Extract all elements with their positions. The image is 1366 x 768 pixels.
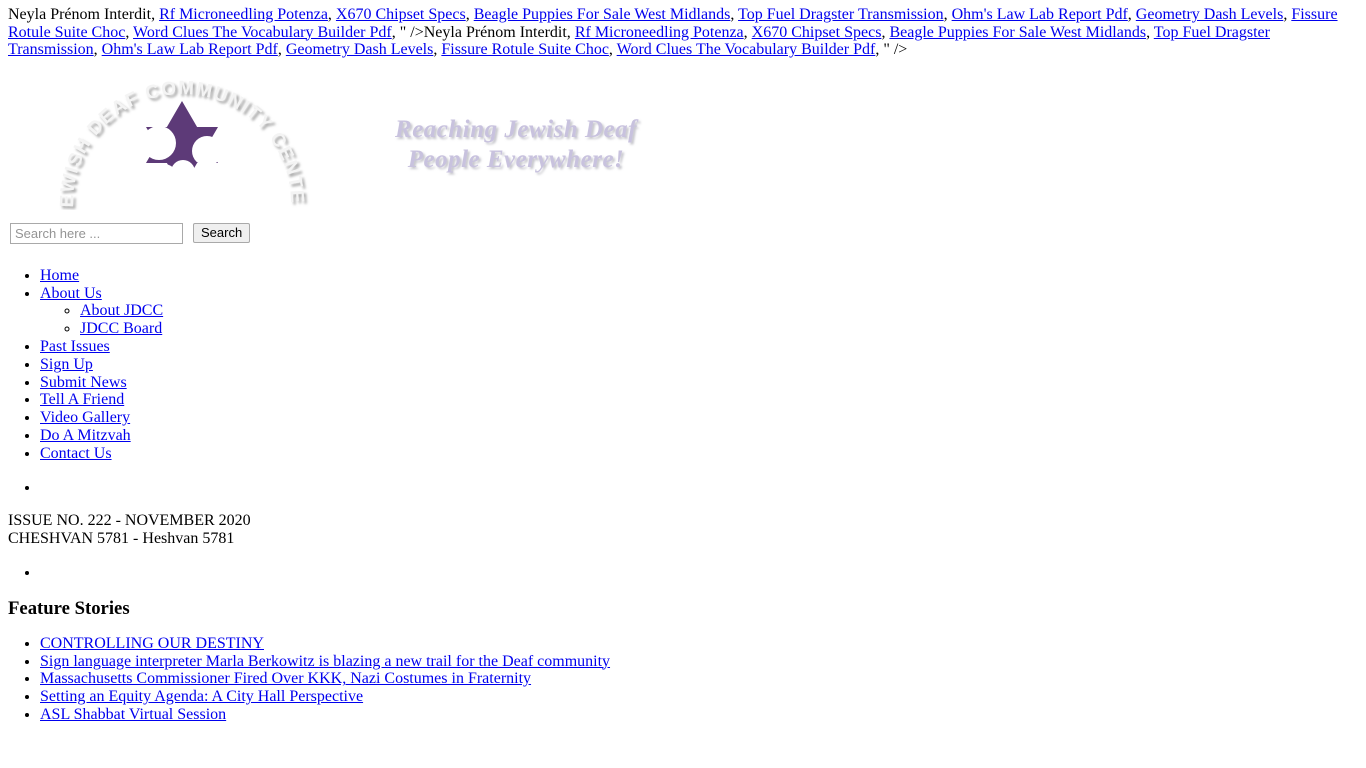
site-logo[interactable]: JEWISH DEAF COMMUNITY CENTER [55,75,310,210]
spam-link[interactable]: Top Fuel Dragster Transmission [738,6,944,23]
tagline-line-1: Reaching Jewish Deaf [395,115,637,143]
nav-item: Tell A Friend [40,391,1366,409]
feature-story-link[interactable]: Massachusetts Commissioner Fired Over KK… [40,670,531,687]
feature-stories-heading: Feature Stories [8,597,130,619]
nav-link-jdcc-board[interactable]: JDCC Board [80,320,162,337]
spam-text: , [730,6,739,23]
spam-text: , [743,23,752,41]
issue-hebrew-date: CHESHVAN 5781 - Heshvan 5781 [8,530,235,548]
spam-link[interactable]: Beagle Puppies For Sale West Midlands [889,24,1146,41]
spam-text: , [125,23,134,41]
spam-link[interactable]: Geometry Dash Levels [1136,6,1284,23]
feature-story-item: Sign language interpreter Marla Berkowit… [40,653,1366,671]
feature-story-item: CONTROLLING OUR DESTINY [40,635,1366,653]
spam-text: Neyla Prénom Interdit, [8,6,160,23]
nav-item: Submit News [40,374,1366,392]
spam-link[interactable]: Fissure Rotule Suite Choc [441,41,609,58]
nav-link-about-jdcc[interactable]: About JDCC [80,302,163,319]
nav-submenu: About JDCCJDCC Board [40,302,1366,338]
spam-link[interactable]: Ohm's Law Lab Report Pdf [102,41,278,58]
spam-link[interactable]: Rf Microneedling Potenza [159,6,328,23]
spam-link[interactable]: X670 Chipset Specs [336,6,466,23]
tagline-line-2: People Everywhere! [407,145,625,173]
spam-text: , " /> [875,41,908,59]
site-tagline: Reaching Jewish Deaf People Everywhere! [366,115,666,175]
spam-link[interactable]: Rf Microneedling Potenza [575,24,744,41]
nav-link-submit-news[interactable]: Submit News [40,374,127,391]
feature-story-item: ASL Shabbat Virtual Session [40,706,1366,724]
nav-item: About UsAbout JDCCJDCC Board [40,285,1366,338]
spam-link[interactable]: Word Clues The Vocabulary Builder Pdf [133,24,392,41]
spam-text: , [1127,6,1136,23]
empty-list-item [40,564,1366,582]
search-input[interactable] [10,222,183,244]
issue-number-date: ISSUE NO. 222 - NOVEMBER 2020 [8,512,251,530]
feature-story-link[interactable]: Sign language interpreter Marla Berkowit… [40,653,610,670]
spam-text: , [1146,23,1154,41]
injected-link-spam-block: Neyla Prénom Interdit, Rf Microneedling … [0,0,1366,59]
jdcc-logo-icon: JEWISH DEAF COMMUNITY CENTER [55,75,306,208]
main-navigation: HomeAbout UsAbout JDCCJDCC BoardPast Iss… [0,267,1366,463]
feature-story-link[interactable]: CONTROLLING OUR DESTINY [40,635,264,652]
nav-item: Video Gallery [40,409,1366,427]
nav-subitem: JDCC Board [80,320,1366,338]
nav-item: Sign Up [40,356,1366,374]
spam-text: , [277,41,286,59]
nav-link-do-a-mitzvah[interactable]: Do A Mitzvah [40,427,131,444]
issue-info: ISSUE NO. 222 - NOVEMBER 2020 CHESHVAN 5… [8,512,1366,548]
site-header: JEWISH DEAF COMMUNITY CENTER Reaching Je… [0,75,1366,215]
empty-list-item [40,479,1366,497]
nav-link-contact-us[interactable]: Contact Us [40,445,112,462]
spam-text: , [93,41,102,59]
search-button[interactable]: Search [193,223,251,244]
spam-link[interactable]: X670 Chipset Specs [752,24,882,41]
empty-bullet-list-bottom [0,564,1366,582]
feature-stories-list: CONTROLLING OUR DESTINYSign language int… [0,635,1366,724]
feature-story-link[interactable]: Setting an Equity Agenda: A City Hall Pe… [40,688,363,705]
nav-link-home[interactable]: Home [40,267,79,284]
feature-story-item: Setting an Equity Agenda: A City Hall Pe… [40,688,1366,706]
nav-link-video-gallery[interactable]: Video Gallery [40,409,130,426]
spam-text: , " />Neyla Prénom Interdit, [391,23,575,41]
spam-link[interactable]: Geometry Dash Levels [286,41,434,58]
spam-link[interactable]: Word Clues The Vocabulary Builder Pdf [617,41,876,58]
nav-link-tell-a-friend[interactable]: Tell A Friend [40,391,124,408]
feature-story-link[interactable]: ASL Shabbat Virtual Session [40,706,226,723]
spam-text: , [327,6,336,23]
spam-link[interactable]: Beagle Puppies For Sale West Midlands [474,6,731,23]
nav-item: Past Issues [40,338,1366,356]
nav-link-sign-up[interactable]: Sign Up [40,356,93,373]
nav-item: Home [40,267,1366,285]
feature-story-item: Massachusetts Commissioner Fired Over KK… [40,670,1366,688]
spam-text: , [608,41,617,59]
empty-bullet-list-top [0,479,1366,497]
nav-subitem: About JDCC [80,302,1366,320]
spam-text: , [943,6,952,23]
nav-link-past-issues[interactable]: Past Issues [40,338,110,355]
nav-item: Do A Mitzvah [40,427,1366,445]
spam-text: , [465,6,474,23]
spam-link[interactable]: Ohm's Law Lab Report Pdf [952,6,1128,23]
nav-link-about-us[interactable]: About Us [40,285,102,302]
search-form: Search [10,215,1366,251]
nav-item: Contact Us [40,445,1366,463]
